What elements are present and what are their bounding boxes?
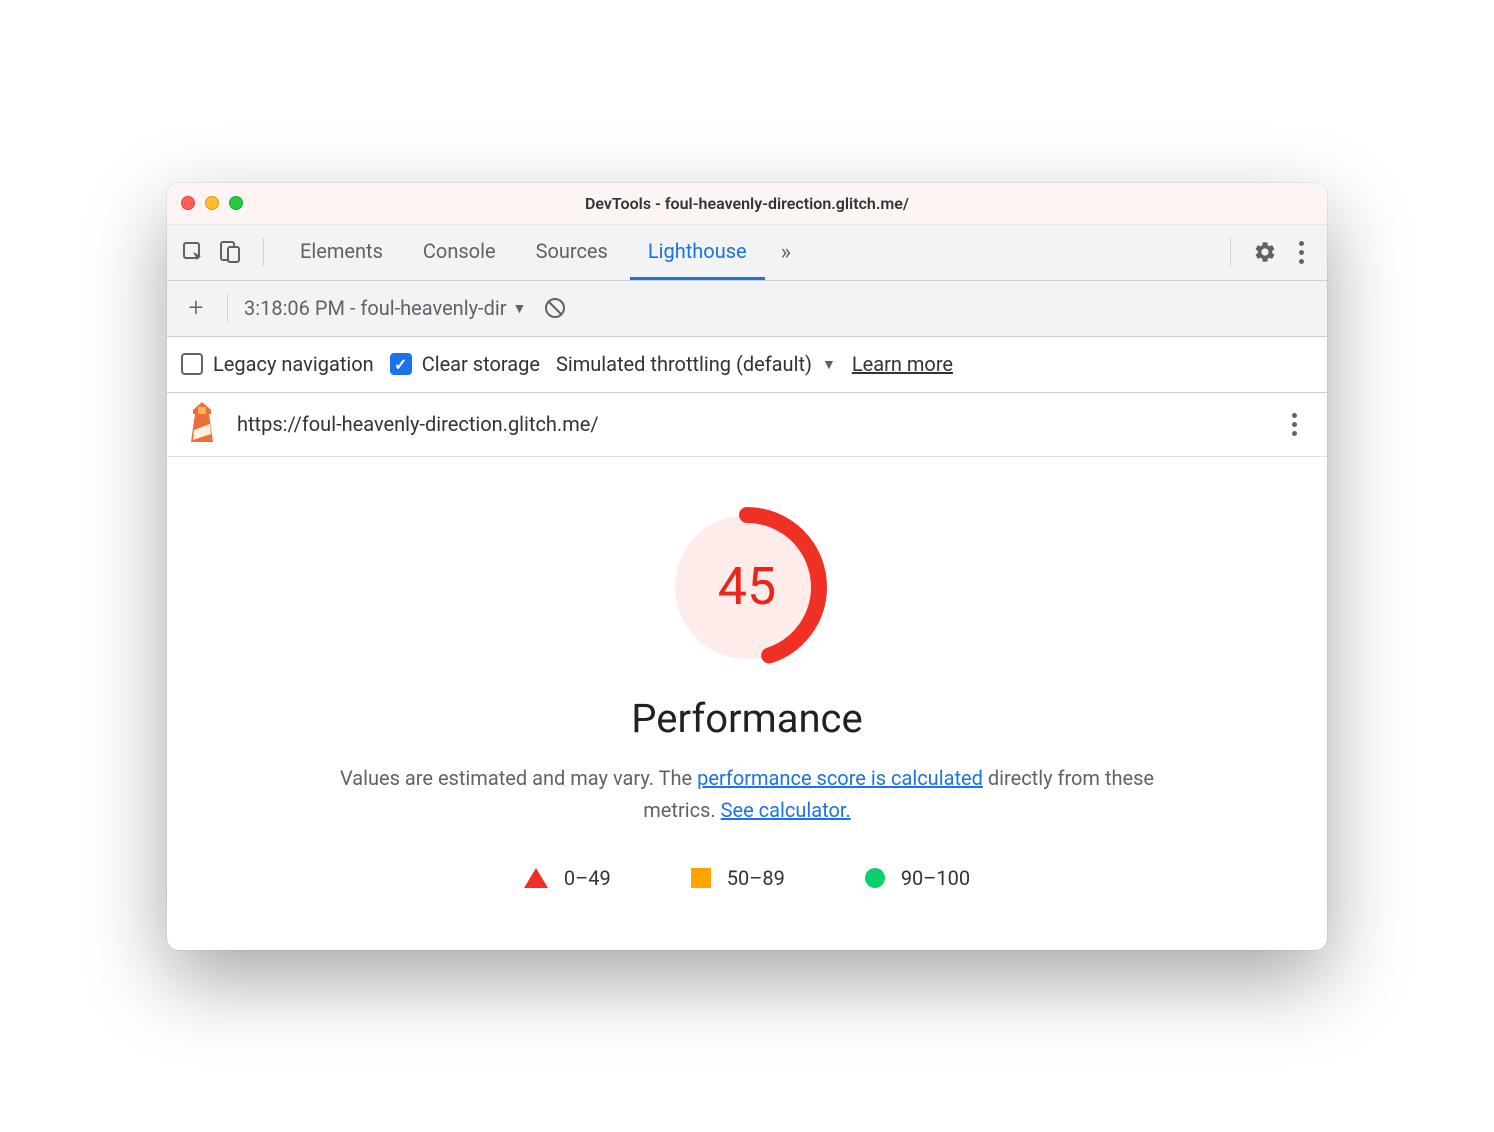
more-menu-icon[interactable] — [1285, 236, 1317, 268]
checkbox-checked-icon — [390, 353, 412, 375]
close-window-button[interactable] — [181, 196, 195, 210]
tabs-overflow-icon[interactable]: » — [769, 240, 803, 265]
report-selector[interactable]: 3:18:06 PM - foul-heavenly-dir ▼ — [244, 296, 526, 320]
circle-icon — [865, 868, 885, 888]
maximize-window-button[interactable] — [229, 196, 243, 210]
tab-lighthouse[interactable]: Lighthouse — [630, 225, 765, 280]
settings-gear-icon[interactable] — [1249, 236, 1281, 268]
divider — [227, 294, 228, 322]
legacy-navigation-checkbox[interactable]: Legacy navigation — [181, 352, 374, 376]
inspect-element-icon[interactable] — [177, 236, 209, 268]
square-icon — [691, 868, 711, 888]
traffic-lights — [181, 196, 243, 210]
titlebar: DevTools - foul-heavenly-direction.glitc… — [167, 183, 1327, 225]
performance-report: 45 Performance Values are estimated and … — [167, 457, 1327, 950]
report-url: https://foul-heavenly-direction.glitch.m… — [237, 412, 1261, 436]
report-toolbar: + 3:18:06 PM - foul-heavenly-dir ▼ — [167, 281, 1327, 337]
legend-good: 90–100 — [865, 866, 970, 890]
triangle-icon — [524, 868, 548, 888]
throttling-selector[interactable]: Simulated throttling (default) ▼ — [556, 352, 836, 376]
window-title: DevTools - foul-heavenly-direction.glitc… — [167, 194, 1327, 213]
report-header: https://foul-heavenly-direction.glitch.m… — [167, 393, 1327, 457]
divider — [1230, 238, 1231, 266]
legend-good-label: 90–100 — [901, 866, 970, 890]
device-toolbar-icon[interactable] — [213, 236, 245, 268]
lighthouse-options: Legacy navigation Clear storage Simulate… — [167, 337, 1327, 393]
tab-sources[interactable]: Sources — [518, 225, 626, 280]
legend-poor-label: 0–49 — [564, 866, 611, 890]
minimize-window-button[interactable] — [205, 196, 219, 210]
legacy-navigation-label: Legacy navigation — [213, 352, 374, 376]
tab-console[interactable]: Console — [405, 225, 514, 280]
performance-gauge: 45 — [207, 507, 1287, 667]
chevron-down-icon: ▼ — [822, 356, 836, 373]
legend-avg-label: 50–89 — [727, 866, 785, 890]
legend-average: 50–89 — [691, 866, 785, 890]
devtools-tabs: Elements Console Sources Lighthouse » — [167, 225, 1327, 281]
divider — [263, 238, 264, 266]
performance-heading: Performance — [207, 695, 1287, 742]
new-report-button[interactable]: + — [181, 293, 211, 323]
score-legend: 0–49 50–89 90–100 — [207, 866, 1287, 890]
see-calculator-link[interactable]: See calculator. — [721, 798, 851, 822]
score-calculated-link[interactable]: performance score is calculated — [697, 766, 983, 790]
chevron-down-icon: ▼ — [513, 300, 527, 317]
lighthouse-logo-icon — [185, 402, 219, 447]
clear-storage-label: Clear storage — [422, 352, 540, 376]
desc-text: Values are estimated and may vary. The — [340, 766, 697, 790]
report-menu-icon[interactable] — [1279, 413, 1309, 436]
report-selector-label: 3:18:06 PM - foul-heavenly-dir — [244, 296, 507, 320]
performance-score: 45 — [667, 507, 827, 667]
clear-storage-checkbox[interactable]: Clear storage — [390, 352, 540, 376]
learn-more-link[interactable]: Learn more — [852, 352, 953, 376]
throttling-label: Simulated throttling (default) — [556, 352, 812, 376]
devtools-window: DevTools - foul-heavenly-direction.glitc… — [167, 183, 1327, 950]
tab-elements[interactable]: Elements — [282, 225, 401, 280]
checkbox-unchecked-icon — [181, 353, 203, 375]
legend-poor: 0–49 — [524, 866, 611, 890]
clear-report-icon[interactable] — [542, 295, 568, 321]
performance-description: Values are estimated and may vary. The p… — [337, 762, 1157, 826]
